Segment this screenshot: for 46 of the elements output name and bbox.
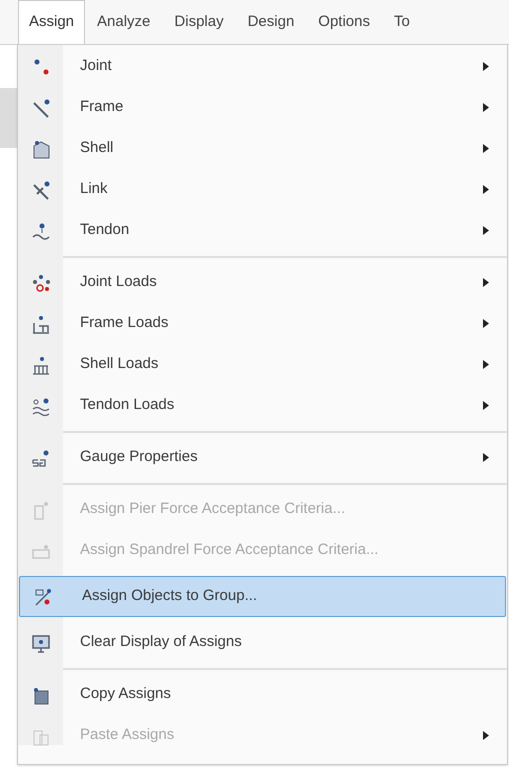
shell-loads-icon bbox=[30, 354, 50, 374]
menu-item[interactable]: Frame bbox=[18, 87, 507, 128]
menu-item-label: Joint Loads bbox=[80, 272, 158, 292]
menu-bar-item[interactable]: To bbox=[382, 0, 422, 44]
menu-item[interactable]: Frame Loads bbox=[18, 303, 507, 344]
menu-bar-item[interactable]: Assign bbox=[18, 0, 86, 44]
menu-item-label: Assign Objects to Group... bbox=[82, 586, 258, 606]
menu-bar-item[interactable]: Analyze bbox=[85, 0, 162, 44]
menu-item[interactable]: Clear Display of Assigns bbox=[18, 622, 507, 663]
left-background-strip bbox=[0, 88, 18, 148]
frame-loads-icon bbox=[30, 314, 50, 334]
menu-item[interactable]: Gauge Properties bbox=[18, 437, 507, 478]
menu-item-label: Joint bbox=[80, 56, 113, 76]
menu-item-label: Clear Display of Assigns bbox=[80, 632, 243, 652]
menu-item[interactable]: Tendon bbox=[18, 210, 507, 251]
tendon-icon bbox=[30, 220, 50, 240]
monitor-icon bbox=[30, 632, 50, 652]
menu-item-label: Shell Loads bbox=[80, 354, 160, 374]
menu-bar-item[interactable]: Design bbox=[236, 0, 306, 44]
menu-item-label: Tendon bbox=[80, 220, 130, 240]
menu-item[interactable]: Link bbox=[18, 169, 507, 210]
menu-item-label: Assign Pier Force Acceptance Criteria... bbox=[80, 499, 346, 520]
menu-item[interactable]: Shell bbox=[18, 128, 507, 169]
menu-item[interactable]: Assign Objects to Group... bbox=[19, 576, 506, 617]
menu-item[interactable]: Shell Loads bbox=[18, 344, 507, 385]
menu-item-label: Frame bbox=[80, 97, 124, 118]
tendon-loads-icon bbox=[30, 396, 50, 416]
menu-item-label: Frame Loads bbox=[80, 313, 170, 334]
menu-item-label: Shell bbox=[80, 138, 114, 158]
link-icon bbox=[30, 180, 50, 200]
menu-item[interactable]: Tendon Loads bbox=[18, 385, 507, 426]
gauge-icon bbox=[30, 448, 50, 468]
joint-loads-icon bbox=[30, 272, 50, 292]
frame-icon bbox=[30, 98, 50, 118]
menu-item[interactable]: Joint Loads bbox=[18, 262, 507, 303]
menu-item-label: Link bbox=[80, 179, 109, 200]
menu-item-label: Copy Assigns bbox=[80, 684, 172, 704]
menu-item-label: Tendon Loads bbox=[80, 395, 176, 416]
menu-item-label: Gauge Properties bbox=[80, 447, 199, 468]
menu-item-label: Assign Spandrel Force Acceptance Criteria... bbox=[80, 540, 380, 560]
menu-item[interactable]: Copy Assigns bbox=[18, 674, 507, 715]
menu-bar-item[interactable]: Display bbox=[162, 0, 236, 44]
menu-item-label: Paste Assigns bbox=[80, 725, 176, 746]
group-icon bbox=[32, 586, 52, 606]
menu-item[interactable]: Joint bbox=[18, 46, 507, 87]
menu-bar-item[interactable]: Options bbox=[306, 0, 382, 44]
